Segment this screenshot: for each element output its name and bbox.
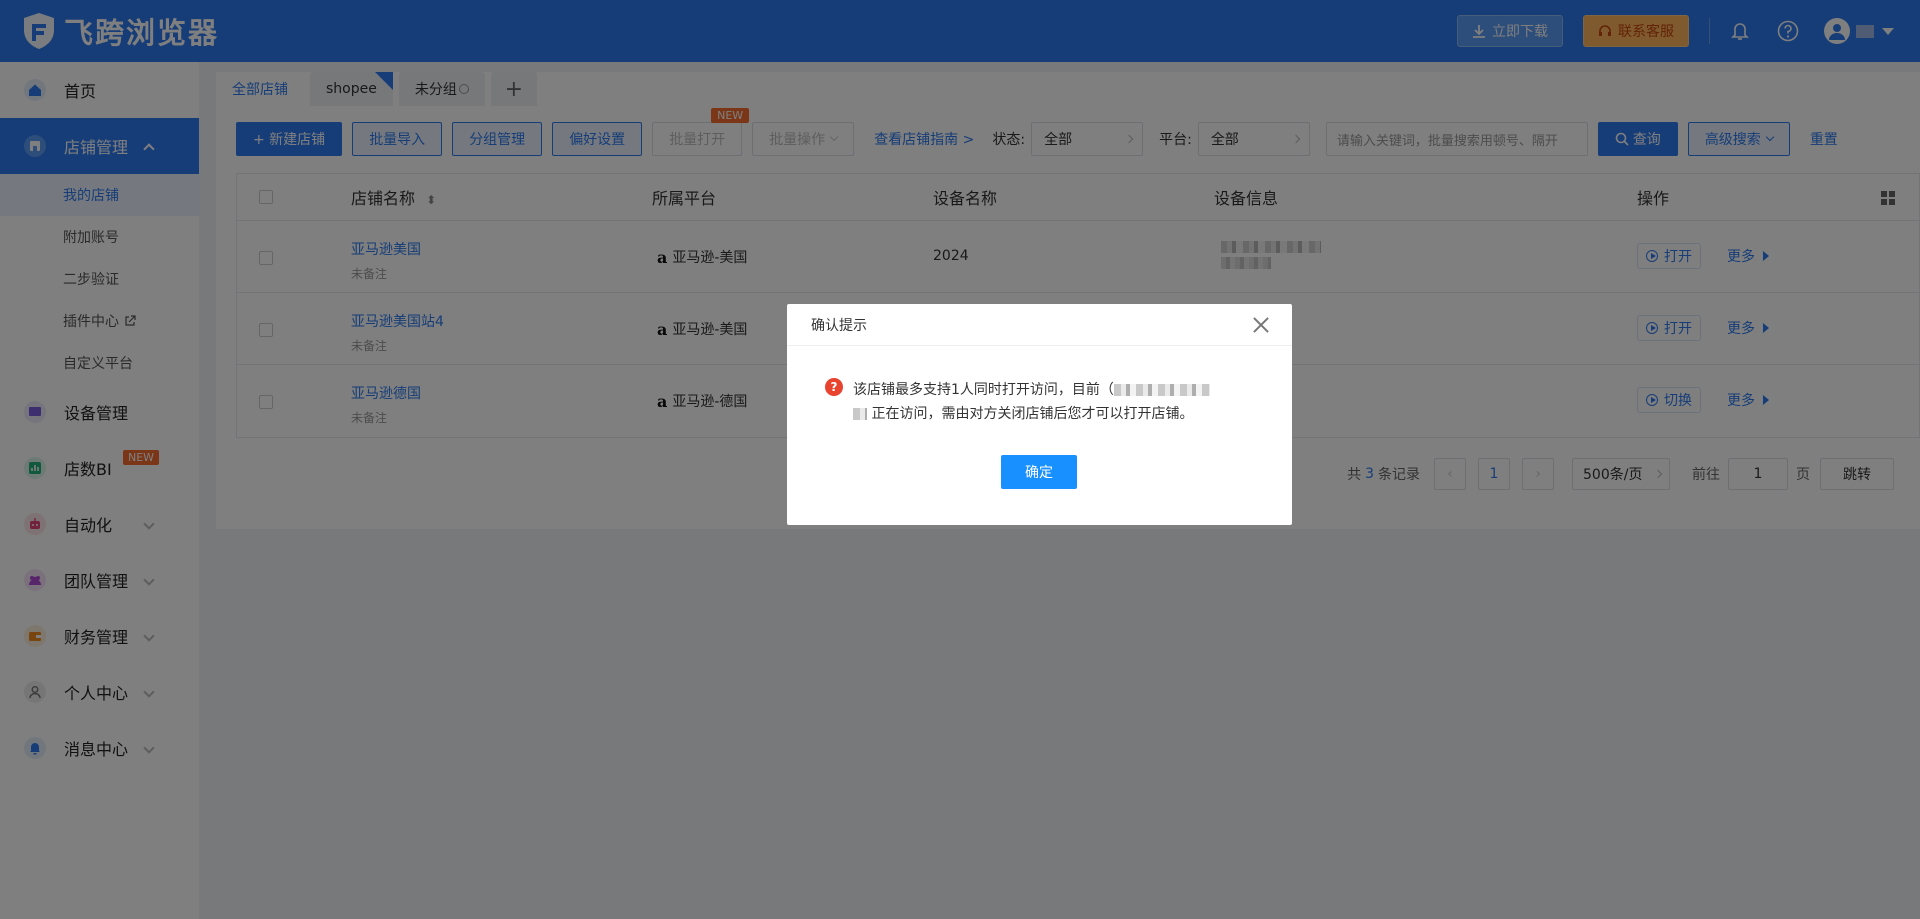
message-text: 该店铺最多支持1人同时打开访问，目前（ xyxy=(853,382,1114,398)
dialog-body: ? 该店铺最多支持1人同时打开访问，目前（ 正在访问，需由对方关闭店铺后您才可以… xyxy=(825,378,1265,426)
redacted-user xyxy=(853,408,867,420)
close-icon[interactable] xyxy=(1252,316,1270,334)
confirm-ok-button[interactable]: 确定 xyxy=(1001,455,1077,489)
dialog-header: 确认提示 xyxy=(787,304,1292,346)
dialog-title: 确认提示 xyxy=(811,317,867,334)
message-text: 正在访问，需由对方关闭店铺后您才可以打开店铺。 xyxy=(871,406,1194,422)
confirm-dialog: 确认提示 ? 该店铺最多支持1人同时打开访问，目前（ 正在访问，需由对方关闭店铺… xyxy=(787,304,1292,525)
question-icon: ? xyxy=(825,378,843,396)
dialog-message: 该店铺最多支持1人同时打开访问，目前（ 正在访问，需由对方关闭店铺后您才可以打开… xyxy=(853,378,1210,426)
redacted-user xyxy=(1113,384,1210,396)
